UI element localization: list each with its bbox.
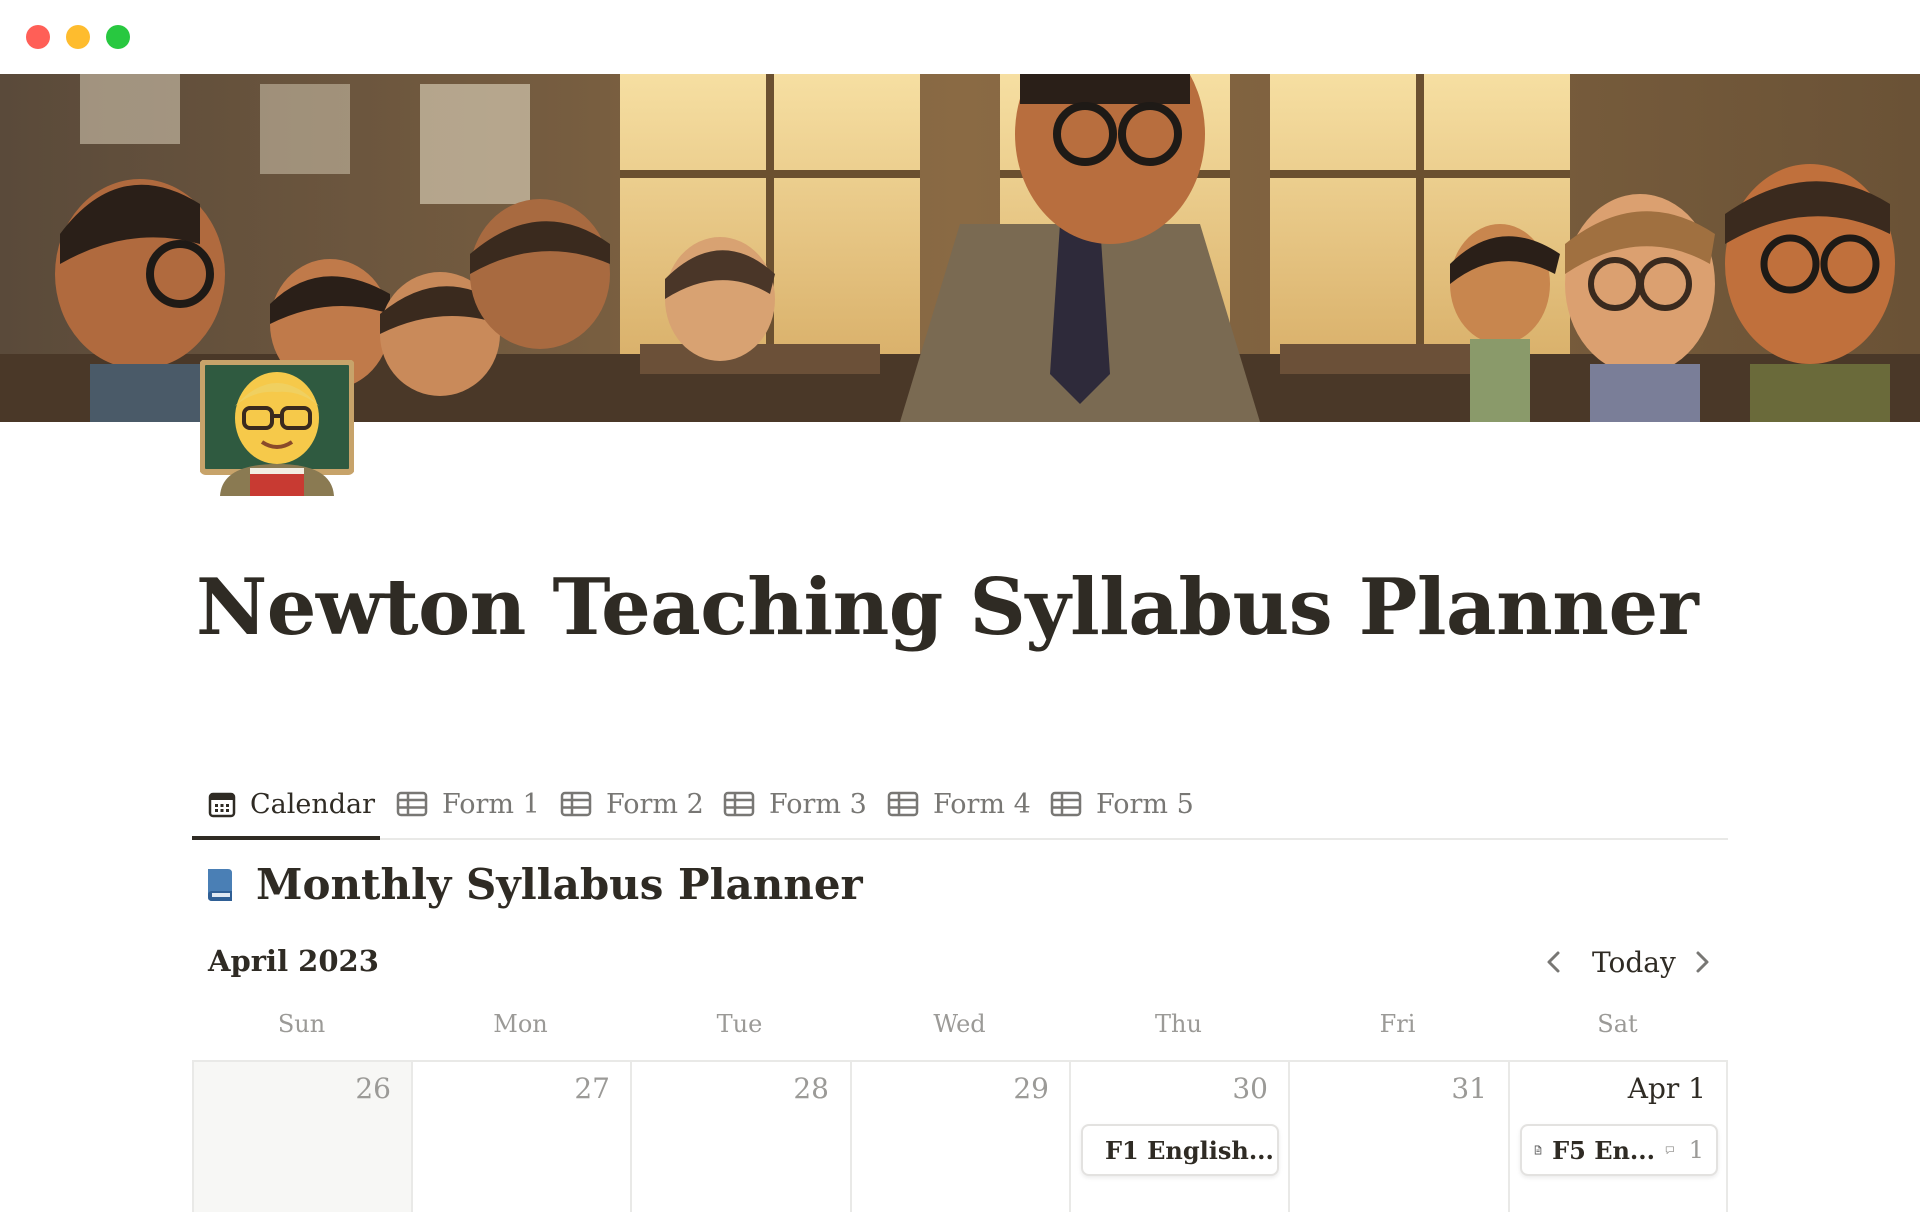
calendar-icon [208, 792, 236, 818]
view-tabs: Calendar Form 1 Form 2 Form 3 Form 4 For… [192, 770, 1728, 840]
page-title[interactable]: Newton Teaching Syllabus Planner [196, 562, 1699, 653]
day-cell-fri[interactable]: 31 [1288, 1062, 1507, 1212]
day-number: 27 [574, 1072, 610, 1105]
day-cell-tue[interactable]: 28 [630, 1062, 849, 1212]
month-label: April 2023 [208, 944, 379, 978]
day-cell-wed[interactable]: 29 [850, 1062, 1069, 1212]
weekday-label: Thu [1155, 1010, 1202, 1038]
weekday-header: Sun Mon Tue Wed Thu Fri Sat [192, 1010, 1728, 1052]
day-number: 26 [355, 1072, 391, 1105]
book-icon [208, 868, 232, 901]
event-title: F5 En... [1552, 1135, 1655, 1165]
comment-count: 1 [1688, 1136, 1704, 1164]
tab-label: Form 3 [769, 788, 867, 820]
close-window-button[interactable] [26, 25, 50, 49]
tab-label: Form 4 [933, 788, 1031, 820]
day-cell-sat[interactable]: Apr 1 F5 En... 1 [1508, 1062, 1728, 1212]
page-icon [1534, 1145, 1542, 1155]
prev-month-button[interactable] [1540, 940, 1568, 984]
maximize-window-button[interactable] [106, 25, 130, 49]
day-number: 30 [1232, 1072, 1268, 1105]
event-title: F1 English... [1105, 1135, 1274, 1165]
weekday-label: Fri [1379, 1010, 1416, 1038]
tab-calendar[interactable]: Calendar [208, 770, 375, 838]
day-number: 28 [793, 1072, 829, 1105]
calendar-grid: 26 27 28 29 30 F1 English... 31 Apr 1 F5… [192, 1060, 1728, 1212]
teacher-emoji-icon[interactable] [199, 359, 355, 496]
table-icon [396, 791, 428, 817]
weekday-label: Sun [277, 1010, 326, 1038]
tab-form-1[interactable]: Form 1 [396, 770, 540, 838]
tab-form-4[interactable]: Form 4 [887, 770, 1031, 838]
weekday-label: Sat [1597, 1010, 1638, 1038]
table-icon [1050, 791, 1082, 817]
weekday-label: Wed [933, 1010, 986, 1038]
table-icon [887, 791, 919, 817]
table-icon [560, 791, 592, 817]
tab-form-3[interactable]: Form 3 [723, 770, 867, 838]
tab-form-5[interactable]: Form 5 [1050, 770, 1194, 838]
day-cell-sun[interactable]: 26 [192, 1062, 411, 1212]
next-month-button[interactable] [1688, 940, 1716, 984]
tab-label: Form 1 [442, 788, 540, 820]
chevron-right-icon [1696, 951, 1709, 973]
tab-label: Form 5 [1096, 788, 1194, 820]
comment-icon [1665, 1146, 1674, 1155]
table-icon [723, 791, 755, 817]
window-titlebar [0, 0, 1920, 74]
day-cell-mon[interactable]: 27 [411, 1062, 630, 1212]
tab-label: Calendar [250, 788, 376, 820]
weekday-label: Tue [716, 1010, 763, 1038]
tab-label: Form 2 [606, 788, 704, 820]
event-card-f1-english[interactable]: F1 English... [1081, 1124, 1279, 1176]
chevron-left-icon [1547, 951, 1560, 973]
view-header: Monthly Syllabus Planner [204, 860, 863, 909]
weekday-label: Mon [493, 1010, 548, 1038]
active-tab-indicator [192, 836, 380, 840]
today-button[interactable]: Today [1592, 940, 1676, 984]
tab-form-2[interactable]: Form 2 [560, 770, 704, 838]
day-number: Apr 1 [1627, 1072, 1706, 1105]
day-cell-thu[interactable]: 30 F1 English... [1069, 1062, 1288, 1212]
minimize-window-button[interactable] [66, 25, 90, 49]
view-title[interactable]: Monthly Syllabus Planner [256, 860, 863, 909]
day-number: 31 [1451, 1072, 1487, 1105]
day-number: 29 [1013, 1072, 1049, 1105]
event-card-f5-english[interactable]: F5 En... 1 [1520, 1124, 1718, 1176]
